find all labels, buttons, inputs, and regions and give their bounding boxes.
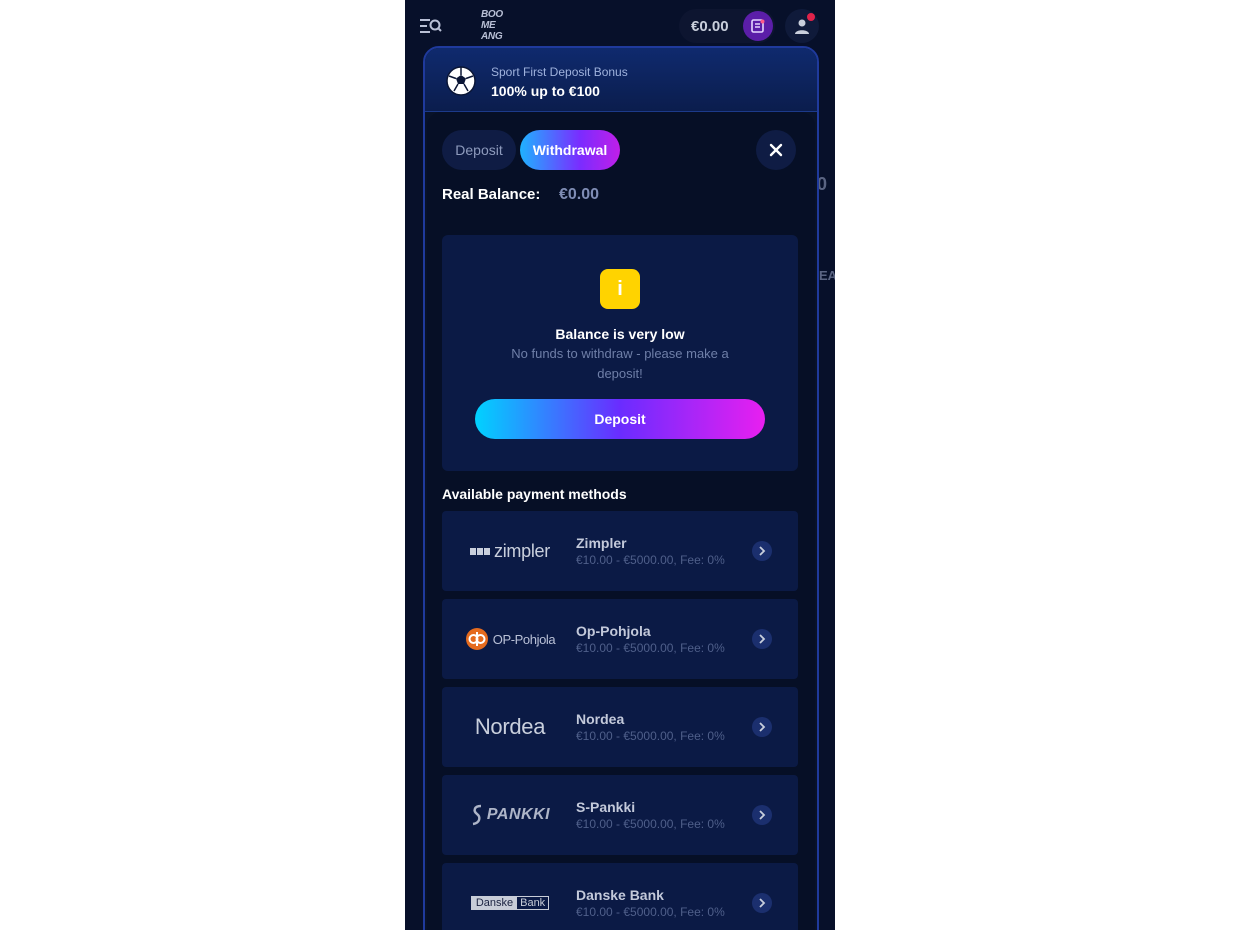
chevron-right-icon — [752, 629, 772, 649]
chevron-right-icon — [752, 717, 772, 737]
info-icon: i — [600, 269, 640, 309]
real-balance-value: €0.00 — [559, 186, 600, 203]
payment-method-danske-bank[interactable]: Danske Bank Danske Bank €10.00 - €5000.0… — [442, 863, 798, 930]
bonus-subtitle: Sport First Deposit Bonus — [491, 65, 628, 79]
method-range: €10.00 - €5000.00, Fee: 0% — [576, 641, 725, 655]
menu-search-icon — [420, 19, 442, 33]
wallet-icon — [751, 19, 765, 33]
method-range: €10.00 - €5000.00, Fee: 0% — [576, 553, 725, 567]
payment-method-nordea[interactable]: Nordea Nordea €10.00 - €5000.00, Fee: 0% — [442, 687, 798, 767]
method-name: Nordea — [576, 711, 625, 727]
soccer-ball-icon — [446, 66, 476, 96]
bonus-title: 100% up to €100 — [491, 83, 600, 99]
chevron-right-icon — [752, 893, 772, 913]
background-content: EA — [819, 268, 835, 283]
close-button[interactable] — [756, 130, 796, 170]
method-name: Op-Pohjola — [576, 623, 651, 639]
notice-title: Balance is very low — [555, 326, 685, 342]
payment-methods-heading: Available payment methods — [442, 486, 627, 502]
low-balance-notice: i Balance is very low No funds to withdr… — [442, 235, 798, 471]
header-balance: €0.00 — [691, 18, 729, 35]
cashier-modal: Sport First Deposit Bonus 100% up to €10… — [423, 46, 819, 930]
op-pohjola-logo: OP-Pohjola — [460, 621, 560, 657]
tab-withdrawal[interactable]: Withdrawal — [520, 130, 620, 170]
zimpler-logo: zimpler — [460, 533, 560, 569]
deposit-button[interactable]: Deposit — [475, 399, 765, 439]
nordea-logo: Nordea — [474, 714, 546, 739]
s-pankki-mark-icon — [472, 804, 482, 826]
tab-deposit[interactable]: Deposit — [442, 130, 516, 170]
cashier-panel: Deposit Withdrawal Real Balance: €0.00 i… — [427, 112, 815, 930]
notice-description: No funds to withdraw - please make a dep… — [511, 346, 729, 381]
method-range: €10.00 - €5000.00, Fee: 0% — [576, 729, 725, 743]
app-screen: 0 EA BOO ME ANG €0.00 Sport First Deposi… — [405, 0, 835, 930]
wallet-button[interactable] — [743, 11, 773, 41]
method-name: Danske Bank — [576, 887, 664, 903]
payment-method-s-pankki[interactable]: PANKKI S-Pankki €10.00 - €5000.00, Fee: … — [442, 775, 798, 855]
op-pohjola-mark-icon — [465, 628, 488, 650]
real-balance-label: Real Balance: — [442, 186, 541, 203]
top-bar: BOO ME ANG €0.00 — [405, 0, 835, 52]
brand-logo[interactable]: BOO ME ANG — [481, 9, 515, 42]
notification-dot — [807, 13, 815, 21]
chevron-right-icon — [752, 541, 772, 561]
menu-search-button[interactable] — [419, 16, 443, 36]
method-name: S-Pankki — [576, 799, 636, 815]
method-name: Zimpler — [576, 535, 627, 551]
profile-button[interactable] — [785, 9, 819, 43]
payment-method-op-pohjola[interactable]: OP-Pohjola Op-Pohjola €10.00 - €5000.00,… — [442, 599, 798, 679]
chevron-right-icon — [752, 805, 772, 825]
bonus-banner[interactable]: Sport First Deposit Bonus 100% up to €10… — [425, 48, 817, 112]
balance-display[interactable]: €0.00 — [679, 9, 775, 43]
close-icon — [769, 143, 783, 157]
payment-method-zimpler[interactable]: zimpler Zimpler €10.00 - €5000.00, Fee: … — [442, 511, 798, 591]
zimpler-mark-icon — [470, 548, 491, 555]
method-range: €10.00 - €5000.00, Fee: 0% — [576, 905, 725, 919]
method-range: €10.00 - €5000.00, Fee: 0% — [576, 817, 725, 831]
s-pankki-logo: PANKKI — [460, 797, 560, 833]
danske-bank-logo: Danske Bank — [460, 885, 560, 921]
